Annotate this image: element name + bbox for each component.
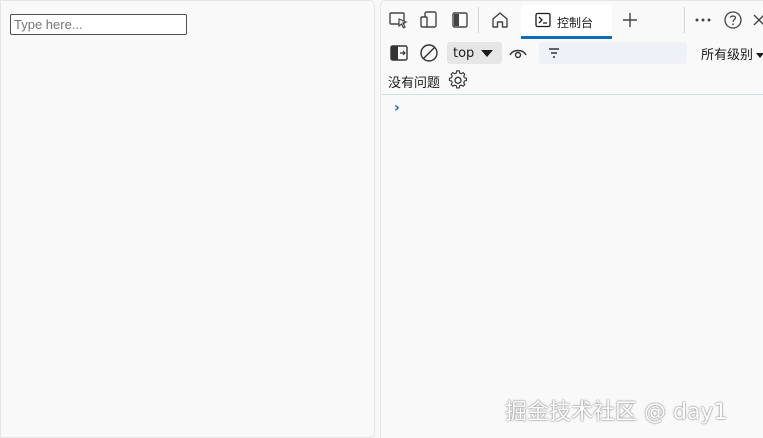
inspect-element-icon[interactable] — [387, 9, 409, 31]
show-sidebar-icon[interactable] — [388, 42, 410, 64]
tabbar-separator — [478, 7, 479, 33]
tab-console[interactable]: 控制台 — [521, 5, 612, 39]
devtools-panel: 控制台 top 所有级别 没有问题 › — [380, 0, 763, 438]
devtools-tabbar: 控制台 — [381, 1, 763, 39]
console-prompt[interactable]: › — [394, 100, 400, 116]
dock-side-icon[interactable] — [449, 9, 471, 31]
live-expression-eye-icon[interactable] — [507, 42, 529, 64]
page-viewport — [0, 0, 375, 438]
close-icon[interactable] — [748, 9, 763, 31]
device-emulation-icon[interactable] — [418, 9, 440, 31]
home-icon[interactable] — [489, 9, 511, 31]
log-levels-label: 所有级别 — [701, 48, 754, 63]
gear-icon[interactable] — [448, 70, 468, 90]
console-icon — [535, 12, 551, 32]
tabbar-separator — [684, 7, 685, 33]
tab-console-label: 控制台 — [557, 15, 594, 30]
add-tab-icon[interactable] — [619, 9, 641, 31]
clear-console-icon[interactable] — [418, 42, 440, 64]
context-selector[interactable]: top — [447, 42, 502, 64]
log-levels-dropdown[interactable]: 所有级别 — [701, 44, 763, 63]
text-input[interactable] — [10, 14, 187, 35]
console-toolbar: top 所有级别 — [381, 39, 763, 67]
issues-label: 没有问题 — [388, 76, 441, 91]
help-icon[interactable] — [722, 9, 744, 31]
filter-icon — [547, 46, 561, 64]
chevron-down-icon — [481, 49, 494, 57]
watermark: 掘金技术社区 @ day1 — [505, 400, 728, 425]
context-value: top — [453, 45, 475, 61]
more-tools-icon[interactable] — [692, 9, 714, 31]
filter-input[interactable] — [539, 42, 687, 64]
issues-bar: 没有问题 — [381, 67, 763, 95]
chevron-down-icon — [756, 53, 763, 58]
